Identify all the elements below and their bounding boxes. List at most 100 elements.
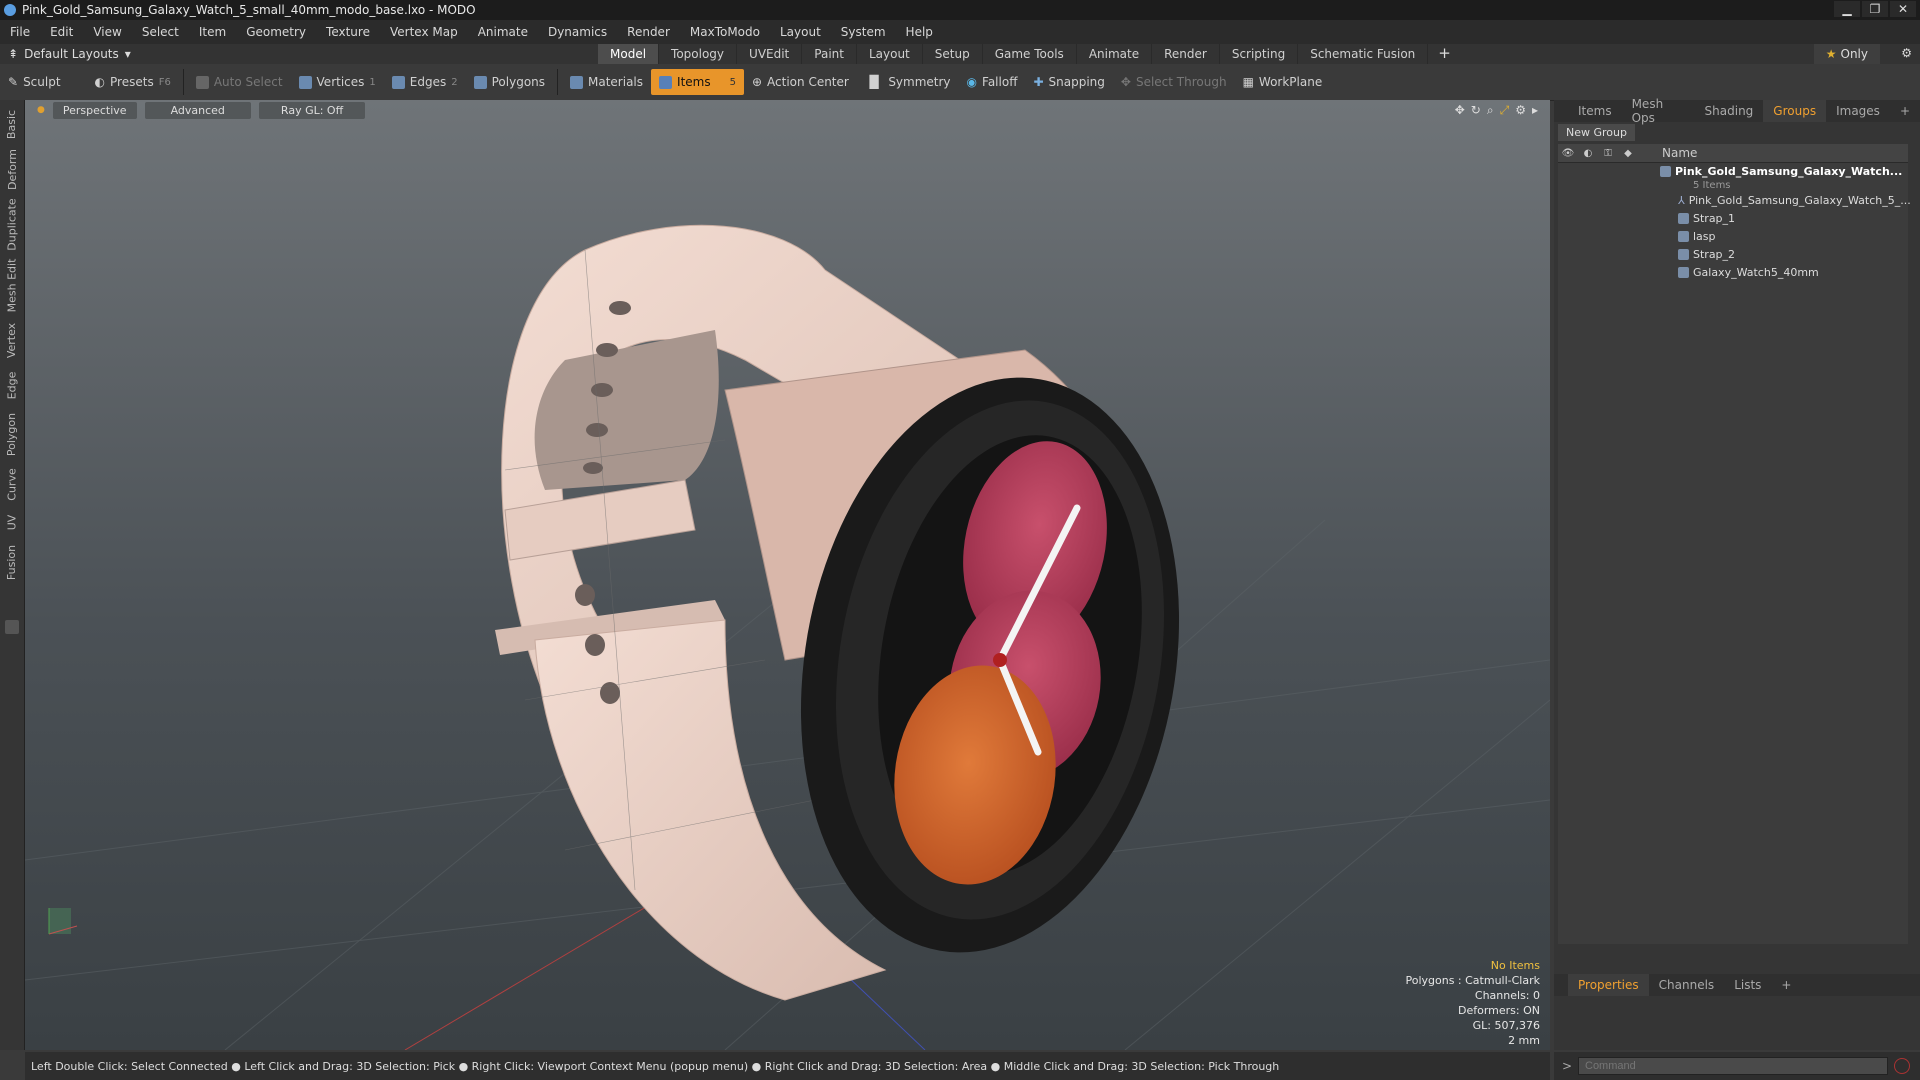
- vtab-edge[interactable]: Edge: [2, 366, 22, 404]
- add-tab-icon[interactable]: +: [1428, 44, 1461, 64]
- item-label: lasp: [1693, 229, 1716, 243]
- tab-scripting[interactable]: Scripting: [1220, 44, 1299, 64]
- tab-channels[interactable]: Channels: [1649, 978, 1725, 992]
- vtab-basic-label: Basic: [5, 109, 19, 139]
- zoom-view-icon[interactable]: ⌕: [1487, 103, 1494, 118]
- advanced-button[interactable]: Advanced: [144, 101, 251, 119]
- viewport-settings-icon[interactable]: ⚙: [1515, 103, 1526, 118]
- tab-uvedit[interactable]: UVEdit: [737, 44, 803, 64]
- minimize-icon[interactable]: ▁: [1834, 1, 1860, 17]
- viewport-arrow-icon[interactable]: ▸: [1532, 103, 1538, 118]
- menu-help[interactable]: Help: [896, 25, 943, 39]
- command-input[interactable]: [1578, 1057, 1888, 1075]
- tab-render[interactable]: Render: [1152, 44, 1220, 64]
- items-button[interactable]: Items 5: [651, 69, 744, 95]
- menu-texture[interactable]: Texture: [316, 25, 380, 39]
- polygons-button[interactable]: Polygons: [466, 69, 553, 95]
- tab-images[interactable]: Images: [1826, 104, 1890, 118]
- tab-animate[interactable]: Animate: [1077, 44, 1153, 64]
- workplane-button[interactable]: ▦ WorkPlane: [1235, 69, 1331, 95]
- tab-shading[interactable]: Shading: [1695, 104, 1764, 118]
- menu-file[interactable]: File: [0, 25, 40, 39]
- menu-render[interactable]: Render: [617, 25, 680, 39]
- move-view-icon[interactable]: ✥: [1455, 103, 1465, 118]
- vtab-vertex[interactable]: Vertex: [2, 318, 22, 362]
- materials-button[interactable]: Materials: [562, 69, 651, 95]
- vtab-uv[interactable]: UV: [2, 508, 22, 536]
- menu-vertex-map[interactable]: Vertex Map: [380, 25, 468, 39]
- panel-toggle-icon[interactable]: [5, 620, 19, 634]
- layout-tabs: Model Topology UVEdit Paint Layout Setup…: [598, 44, 1461, 64]
- menu-select[interactable]: Select: [132, 25, 189, 39]
- raygl-button[interactable]: Ray GL: Off: [258, 101, 366, 119]
- snapping-button[interactable]: ✚ Snapping: [1025, 69, 1112, 95]
- tab-lists[interactable]: Lists: [1724, 978, 1771, 992]
- tab-items[interactable]: Items: [1568, 104, 1622, 118]
- layout-dropdown[interactable]: ⇞ Default Layouts ▾: [0, 47, 598, 61]
- menu-layout[interactable]: Layout: [770, 25, 831, 39]
- add-panel-tab-icon[interactable]: +: [1890, 104, 1920, 118]
- chevron-down-icon: ▾: [124, 47, 131, 61]
- tab-mesh-ops[interactable]: Mesh Ops: [1622, 97, 1695, 125]
- tab-setup[interactable]: Setup: [923, 44, 983, 64]
- menu-view[interactable]: View: [83, 25, 131, 39]
- edges-button[interactable]: Edges 2: [384, 69, 466, 95]
- add-properties-tab-icon[interactable]: +: [1771, 978, 1801, 992]
- symmetry-button[interactable]: ▐▌ Symmetry: [857, 69, 959, 95]
- auto-select-button[interactable]: Auto Select: [188, 69, 291, 95]
- presets-button[interactable]: ◐ Presets F6: [87, 69, 179, 95]
- gear-icon[interactable]: ⚙: [1901, 46, 1912, 60]
- list-item[interactable]: Strap_2: [1558, 245, 1908, 263]
- perspective-button[interactable]: Perspective: [52, 101, 137, 119]
- record-icon[interactable]: [1894, 1058, 1910, 1074]
- menu-system[interactable]: System: [831, 25, 896, 39]
- auto-select-label: Auto Select: [213, 75, 283, 89]
- 3d-viewport[interactable]: ● Perspective Advanced Ray GL: Off ✥ ↻ ⌕…: [25, 100, 1550, 1050]
- fit-view-icon[interactable]: ⤢: [1500, 103, 1510, 118]
- close-icon[interactable]: ✕: [1890, 1, 1916, 17]
- only-button[interactable]: ★ Only: [1813, 44, 1880, 64]
- list-item[interactable]: lasp: [1558, 227, 1908, 245]
- vtab-duplicate[interactable]: Duplicate: [2, 196, 22, 252]
- tab-model[interactable]: Model: [598, 44, 660, 64]
- window-controls: ▁ ❐ ✕: [1834, 1, 1916, 17]
- list-item[interactable]: ⅄ Pink_Gold_Samsung_Galaxy_Watch_5_...: [1558, 191, 1911, 209]
- item-label: Galaxy_Watch5_40mm: [1693, 265, 1819, 279]
- vtab-basic[interactable]: Basic: [2, 106, 22, 142]
- vertices-button[interactable]: Vertices 1: [291, 69, 384, 95]
- command-bar: >: [1554, 1052, 1920, 1080]
- sculpt-button[interactable]: ✎ Sculpt: [0, 69, 69, 95]
- group-row[interactable]: Pink_Gold_Samsung_Galaxy_Watch...: [1558, 163, 1908, 179]
- info-deformers: Deformers: ON: [1458, 1004, 1540, 1017]
- menu-animate[interactable]: Animate: [468, 25, 538, 39]
- falloff-icon: ◉: [966, 75, 978, 89]
- action-center-button[interactable]: ⊕ Action Center: [744, 69, 857, 95]
- menu-geometry[interactable]: Geometry: [236, 25, 316, 39]
- rotate-view-icon[interactable]: ↻: [1471, 103, 1481, 118]
- tab-game-tools[interactable]: Game Tools: [983, 44, 1077, 64]
- menu-dynamics[interactable]: Dynamics: [538, 25, 617, 39]
- list-item[interactable]: Galaxy_Watch5_40mm: [1558, 263, 1908, 281]
- mesh-locator-icon: ⅄: [1678, 193, 1685, 207]
- tab-paint[interactable]: Paint: [802, 44, 857, 64]
- tab-topology[interactable]: Topology: [659, 44, 738, 64]
- tab-layout[interactable]: Layout: [857, 44, 923, 64]
- falloff-button[interactable]: ◉ Falloff: [959, 69, 1026, 95]
- tab-groups[interactable]: Groups: [1763, 100, 1827, 122]
- vtab-polygon[interactable]: Polygon: [2, 408, 22, 460]
- vtab-fusion[interactable]: Fusion: [2, 540, 22, 584]
- viewport-info: No Items Polygons : Catmull-Clark Channe…: [1405, 958, 1540, 1048]
- vtab-curve[interactable]: Curve: [2, 464, 22, 504]
- select-through-label: Select Through: [1135, 75, 1227, 89]
- menu-maxtomodo[interactable]: MaxToModo: [680, 25, 770, 39]
- vtab-mesh-edit[interactable]: Mesh Edit: [2, 256, 22, 314]
- tab-schematic-fusion[interactable]: Schematic Fusion: [1298, 44, 1429, 64]
- menu-item[interactable]: Item: [189, 25, 236, 39]
- list-item[interactable]: Strap_1: [1558, 209, 1908, 227]
- select-through-button[interactable]: ✥ Select Through: [1113, 69, 1235, 95]
- tab-properties[interactable]: Properties: [1568, 974, 1649, 996]
- vtab-deform[interactable]: Deform: [2, 146, 22, 192]
- menu-edit[interactable]: Edit: [40, 25, 83, 39]
- maximize-icon[interactable]: ❐: [1862, 1, 1888, 17]
- new-group-button[interactable]: New Group: [1558, 124, 1635, 141]
